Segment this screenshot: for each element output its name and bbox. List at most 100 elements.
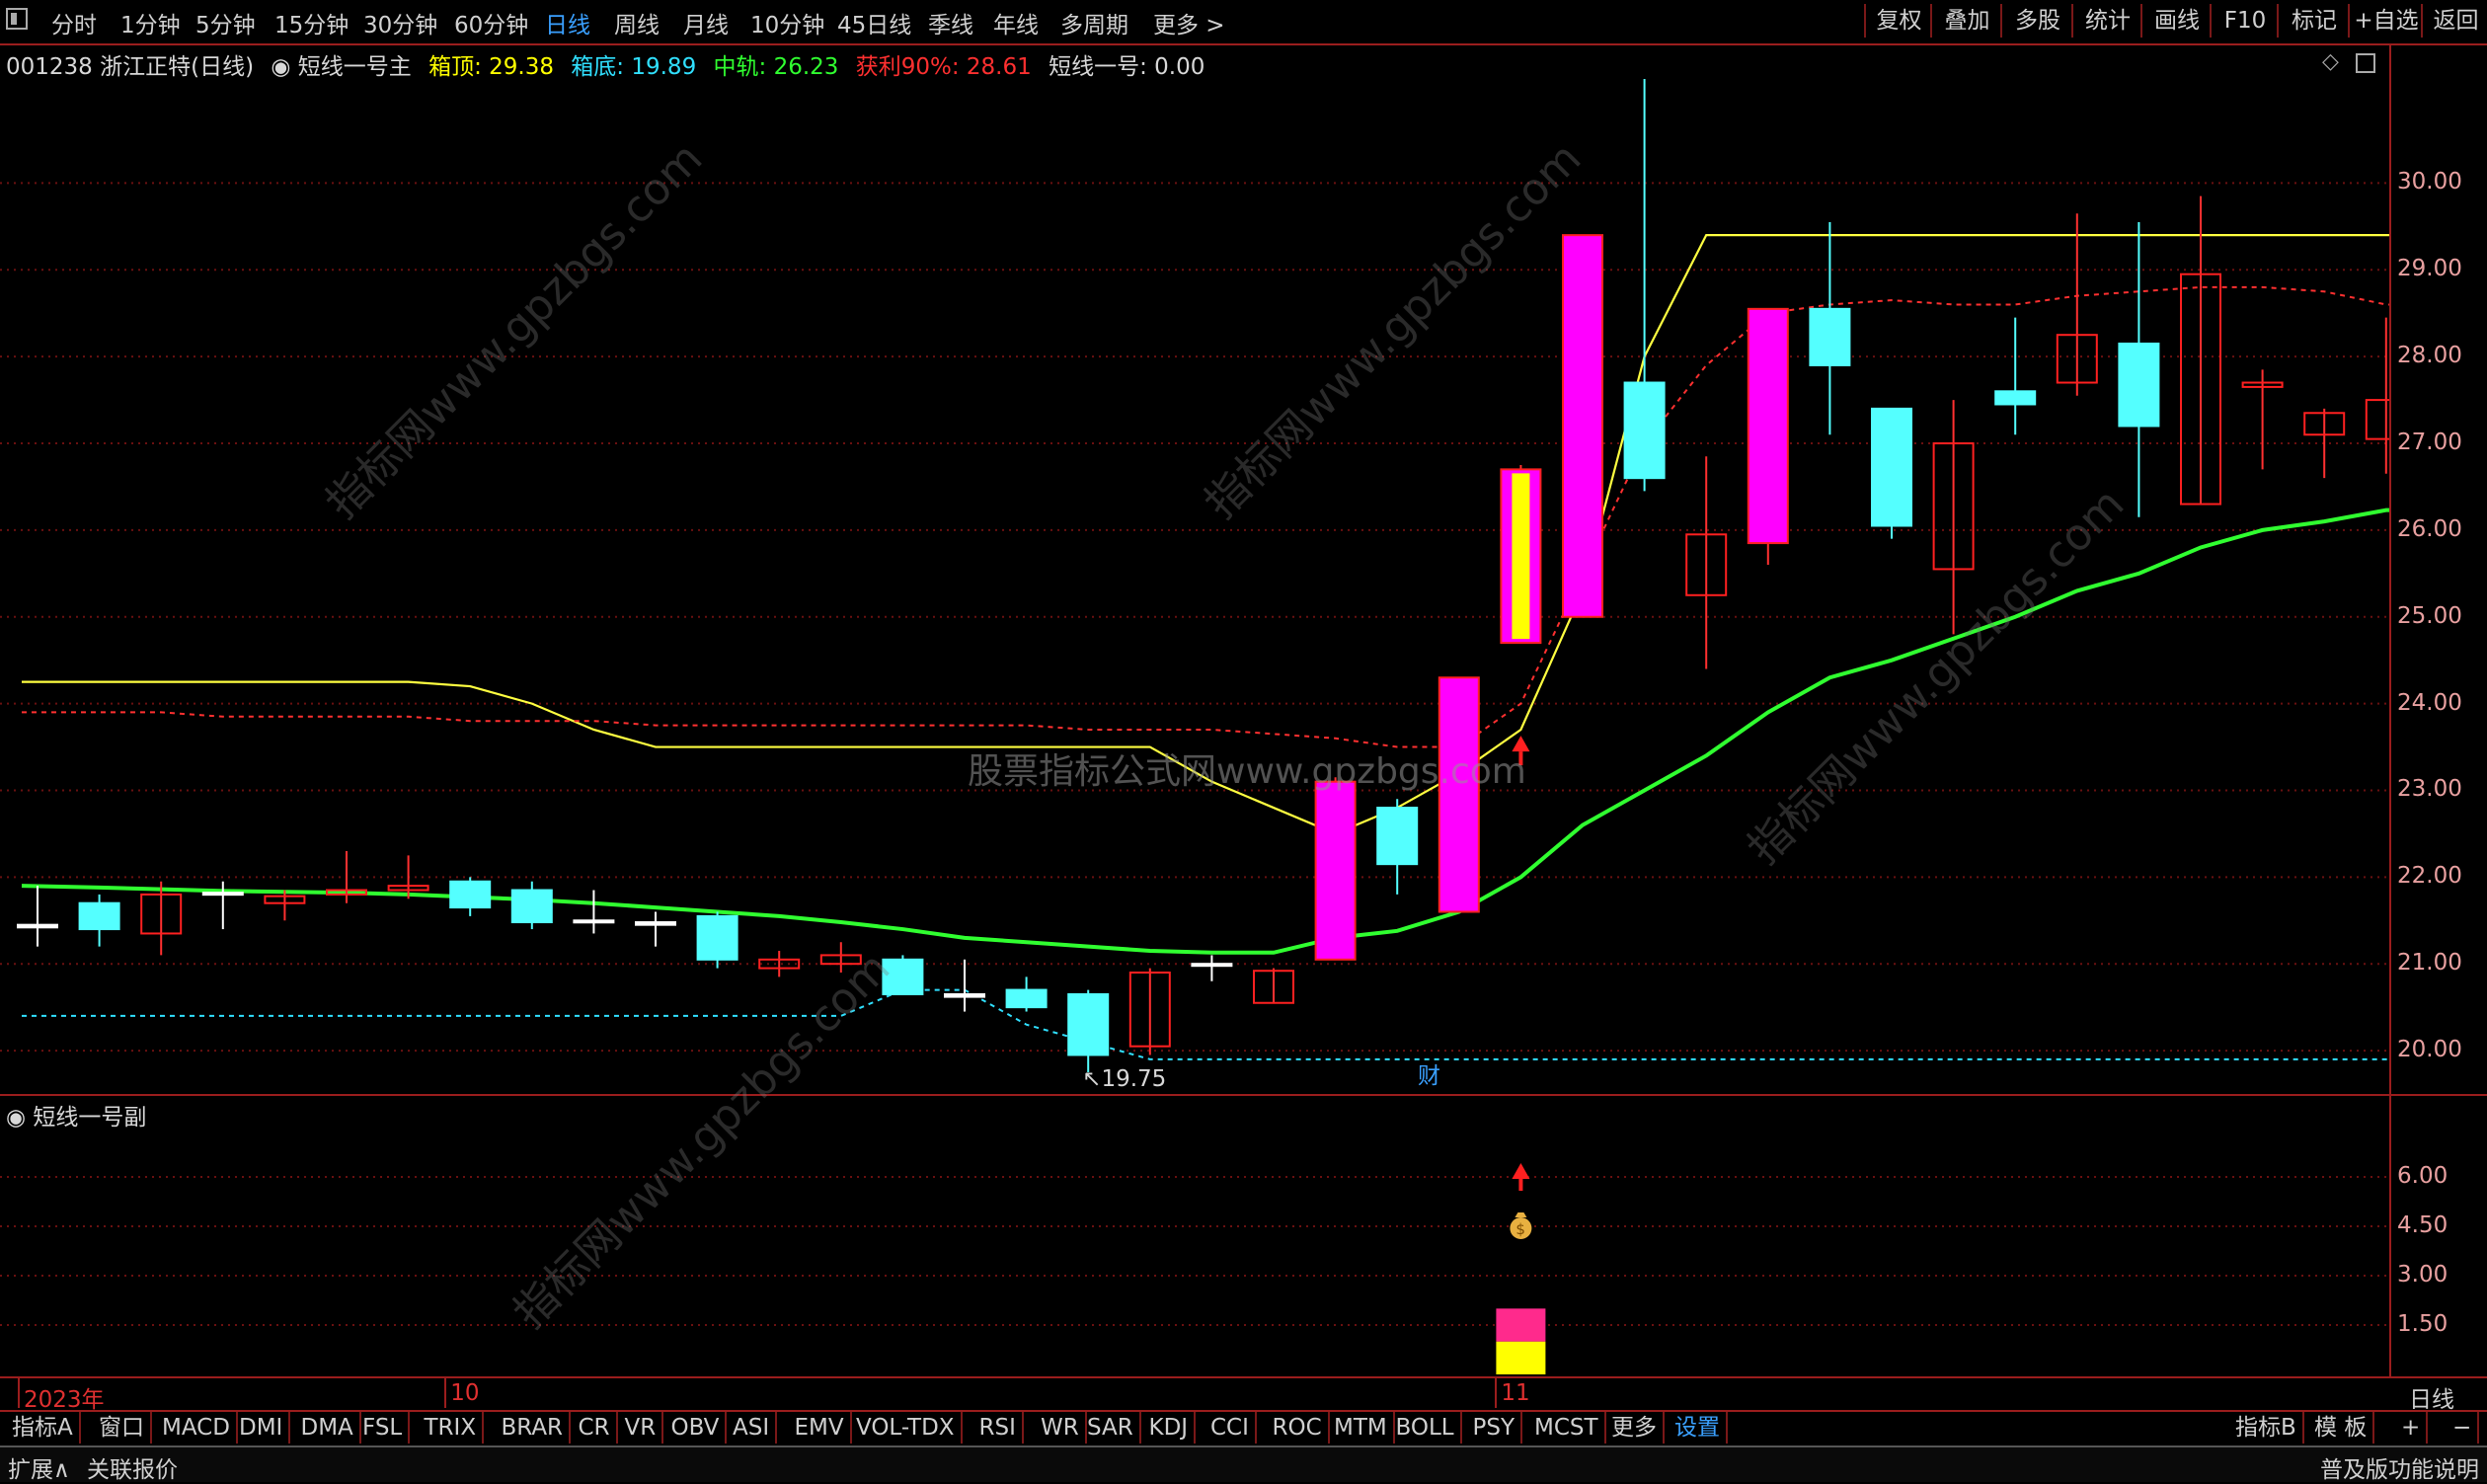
period-tab-13[interactable]: 多周期 (1060, 6, 1128, 39)
toolbar-button-1[interactable]: 叠加 (1930, 4, 2002, 38)
indicator-right-3[interactable]: − (2447, 1412, 2480, 1444)
indicator-name[interactable]: ◉ 短线一号主 (271, 54, 411, 80)
indicator-tab-21[interactable]: BOLL (1390, 1412, 1462, 1444)
candle[interactable] (2180, 195, 2221, 506)
period-label: 日线 (2409, 1387, 2454, 1413)
indicator-right-1[interactable]: 模 板 (2308, 1412, 2375, 1444)
period-tab-7[interactable]: 周线 (614, 6, 660, 39)
period-tab-6[interactable]: 日线 (545, 6, 590, 39)
candle[interactable] (1994, 317, 2037, 435)
candle[interactable] (1500, 464, 1542, 645)
candle[interactable] (2365, 317, 2389, 474)
candle[interactable] (1128, 968, 1171, 1055)
candle[interactable] (2241, 369, 2284, 470)
period-tab-9[interactable]: 10分钟 (750, 6, 824, 39)
toolbar-button-5[interactable]: F10 (2210, 4, 2279, 38)
candle[interactable] (1438, 676, 1480, 913)
indicator-tab-23[interactable]: MCST (1528, 1412, 1606, 1444)
candle[interactable] (696, 911, 738, 969)
indicator-tab-7[interactable]: BRAR (496, 1412, 572, 1444)
indicator-tab-16[interactable]: SAR (1081, 1412, 1141, 1444)
toolbar-button-2[interactable]: 多股 (2000, 4, 2073, 38)
indicator-tab-24[interactable]: 更多 (1605, 1412, 1665, 1444)
indicator-tab-20[interactable]: MTM (1328, 1412, 1395, 1444)
indicator-right-2[interactable]: + (2395, 1412, 2429, 1444)
indicator-tab-1[interactable]: 窗口 (93, 1412, 152, 1444)
period-tab-1[interactable]: 1分钟 (120, 6, 181, 39)
period-tab-14[interactable]: 更多 > (1153, 6, 1225, 39)
indicator-tab-2[interactable]: MACD (156, 1412, 238, 1444)
candle[interactable] (1562, 234, 1603, 618)
period-tab-5[interactable]: 60分钟 (454, 6, 528, 39)
indicator-tab-14[interactable]: RSI (973, 1412, 1024, 1444)
indicator-tab-10[interactable]: OBV (665, 1412, 728, 1444)
panel-toggle-icon[interactable] (2356, 53, 2375, 73)
candle[interactable] (1253, 968, 1294, 1004)
candle[interactable] (1376, 799, 1419, 895)
indicator-tab-4[interactable]: DMA (295, 1412, 361, 1444)
candle[interactable] (140, 881, 183, 956)
period-tab-0[interactable]: 分时 (51, 6, 97, 39)
indicator-tab-11[interactable]: ASI (727, 1412, 778, 1444)
finance-event-marker[interactable]: 财 (1418, 1063, 1440, 1089)
indicator-right-0[interactable]: 指标B (2229, 1412, 2304, 1444)
candle[interactable] (635, 911, 676, 947)
indicator-tab-9[interactable]: VR (619, 1412, 664, 1444)
candle[interactable] (2303, 408, 2346, 479)
toolbar-button-7[interactable]: +自选 (2348, 4, 2423, 38)
period-tab-8[interactable]: 月线 (683, 6, 729, 39)
related-quote-button[interactable]: 关联报价 (87, 1450, 178, 1484)
candle[interactable] (1005, 976, 1048, 1012)
indicator-tab-13[interactable]: VOL-TDX (850, 1412, 963, 1444)
indicator-tab-17[interactable]: KDJ (1143, 1412, 1197, 1444)
candle[interactable] (1809, 221, 1851, 435)
candle[interactable] (1623, 79, 1666, 492)
candle[interactable] (573, 890, 615, 934)
candle[interactable] (1871, 407, 1912, 539)
candle[interactable] (201, 881, 244, 930)
candle[interactable] (17, 886, 58, 947)
expand-button[interactable]: 扩展∧ (8, 1450, 70, 1484)
period-tab-10[interactable]: 45日线 (837, 6, 911, 39)
indicator-tab-18[interactable]: CCI (1205, 1412, 1257, 1444)
candle[interactable] (1191, 955, 1233, 981)
period-tab-4[interactable]: 30分钟 (363, 6, 437, 39)
indicator-tab-6[interactable]: TRIX (419, 1412, 485, 1444)
indicator-tab-0[interactable]: 指标A (6, 1412, 81, 1444)
candle[interactable] (758, 951, 801, 977)
period-tab-3[interactable]: 15分钟 (274, 6, 349, 39)
indicator-tab-19[interactable]: ROC (1267, 1412, 1330, 1444)
candle[interactable] (449, 877, 492, 916)
period-tab-12[interactable]: 年线 (993, 6, 1039, 39)
indicator-settings-tab[interactable]: 设置 (1669, 1412, 1728, 1444)
candle[interactable] (1314, 777, 1357, 961)
candle[interactable] (2056, 213, 2098, 396)
window-menu-icon[interactable] (6, 8, 28, 30)
candle[interactable] (944, 959, 985, 1012)
toolbar-button-6[interactable]: 标记 (2277, 4, 2350, 38)
indicator-tab-12[interactable]: EMV (789, 1412, 852, 1444)
pane-divider[interactable] (0, 1094, 2487, 1096)
diamond-icon[interactable]: ◇ (2322, 49, 2339, 74)
toolbar-button-8[interactable]: 返回 (2421, 4, 2487, 38)
period-tab-2[interactable]: 5分钟 (195, 6, 256, 39)
stock-title: 001238 浙江正特(日线) (6, 54, 255, 80)
toolbar-button-3[interactable]: 统计 (2071, 4, 2142, 38)
indicator-tab-22[interactable]: PSY (1467, 1412, 1523, 1444)
candle[interactable] (78, 894, 120, 947)
candle[interactable] (2118, 221, 2160, 517)
candle[interactable] (1747, 307, 1789, 566)
toolbar-button-4[interactable]: 画线 (2140, 4, 2212, 38)
period-tab-11[interactable]: 季线 (928, 6, 973, 39)
help-link[interactable]: 普及版功能说明 (2320, 1450, 2479, 1484)
indicator-tab-3[interactable]: DMI (233, 1412, 291, 1444)
candle[interactable] (1067, 989, 1110, 1073)
sub-indicator-chart[interactable]: $ (0, 1126, 2389, 1376)
toolbar-button-0[interactable]: 复权 (1864, 4, 1932, 38)
candle[interactable] (510, 881, 553, 930)
candle[interactable] (1685, 456, 1728, 669)
candle[interactable] (264, 890, 306, 921)
indicator-tab-8[interactable]: CR (573, 1412, 618, 1444)
indicator-tab-15[interactable]: WR (1035, 1412, 1087, 1444)
indicator-tab-5[interactable]: FSL (356, 1412, 411, 1444)
